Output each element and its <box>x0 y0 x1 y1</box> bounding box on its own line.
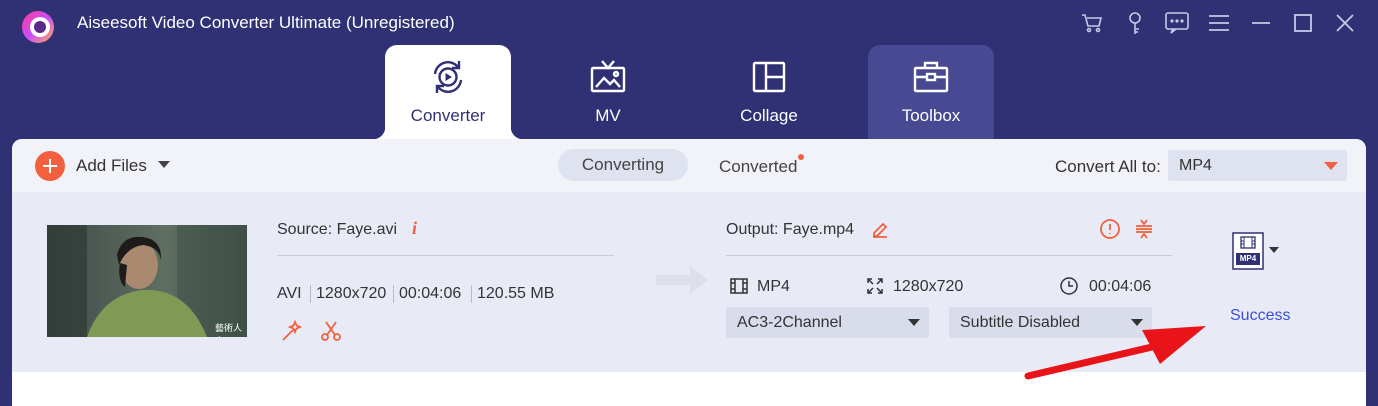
add-files-dropdown-icon[interactable] <box>158 161 170 168</box>
output-format: MP4 <box>757 278 790 295</box>
edit-pencil-icon[interactable] <box>870 219 890 239</box>
tab-converter[interactable]: Converter <box>373 45 523 139</box>
add-files-plus-icon[interactable] <box>35 151 65 181</box>
converter-icon <box>433 61 463 93</box>
compress-icon[interactable] <box>1133 218 1155 240</box>
convert-all-format-select[interactable]: MP4 <box>1168 150 1347 181</box>
audio-track-select[interactable]: AC3-2Channel <box>726 307 929 338</box>
cart-icon[interactable] <box>1079 10 1105 36</box>
app-title: Aiseesoft Video Converter Ultimate (Unre… <box>77 13 455 32</box>
tab-converting[interactable]: Converting <box>558 149 688 181</box>
source-format: AVI <box>277 285 302 302</box>
add-files-button[interactable]: Add Files <box>76 156 147 176</box>
new-indicator-dot <box>798 154 804 160</box>
tab-toolbox-label: Toolbox <box>901 106 961 125</box>
clock-icon <box>1060 277 1078 295</box>
close-icon[interactable] <box>1332 10 1358 36</box>
key-icon[interactable] <box>1122 10 1148 36</box>
chevron-down-icon <box>908 319 920 326</box>
divider <box>471 285 472 303</box>
audio-track-value: AC3-2Channel <box>737 314 842 331</box>
tab-mv[interactable]: MV <box>545 45 671 139</box>
output-duration: 00:04:06 <box>1089 278 1152 295</box>
source-filename: Source: Faye.avi <box>277 221 398 238</box>
output-info-icon[interactable] <box>1099 218 1121 240</box>
convert-all-label: Convert All to: <box>1055 157 1161 176</box>
maximize-icon[interactable] <box>1290 10 1316 36</box>
feedback-icon[interactable] <box>1164 10 1190 36</box>
output-filename: Output: Faye.mp4 <box>726 221 855 238</box>
divider <box>726 255 1172 256</box>
output-format-icon[interactable]: MP4 <box>1232 232 1264 270</box>
film-icon <box>730 278 748 294</box>
source-duration: 00:04:06 <box>399 285 462 302</box>
convert-all-format-value: MP4 <box>1179 157 1212 174</box>
menu-icon[interactable] <box>1206 10 1232 36</box>
app-logo-icon <box>22 11 54 43</box>
output-resolution: 1280x720 <box>893 278 964 295</box>
chevron-down-icon <box>1324 162 1338 170</box>
title-bar: Aiseesoft Video Converter Ultimate (Unre… <box>0 0 1378 46</box>
tab-mv-label: MV <box>595 106 621 125</box>
format-badge-label: MP4 <box>1239 254 1257 263</box>
annotation-arrow <box>1024 326 1206 380</box>
chevron-down-icon[interactable] <box>1269 247 1279 253</box>
enhance-icon[interactable] <box>280 319 304 343</box>
minimize-icon[interactable] <box>1248 10 1274 36</box>
source-resolution: 1280x720 <box>316 285 387 302</box>
status-badge: Success <box>1230 307 1291 324</box>
divider <box>393 285 394 303</box>
tab-converter-label: Converter <box>410 106 486 125</box>
convert-arrow-icon <box>656 266 708 294</box>
divider <box>310 285 311 303</box>
toolbox-icon <box>913 61 949 93</box>
source-size: 120.55 MB <box>477 285 555 302</box>
tab-converted[interactable]: Converted <box>719 157 797 177</box>
divider <box>277 255 614 256</box>
resolution-icon <box>867 278 883 294</box>
thumbnail-watermark: 藝術人文 <box>215 324 243 334</box>
scissors-icon[interactable] <box>319 319 343 343</box>
video-thumbnail[interactable]: 藝術人文 <box>47 225 247 337</box>
tab-toolbox[interactable]: Toolbox <box>868 45 994 139</box>
converter-toolbar: Add Files Converting Converted Convert A… <box>12 139 1366 192</box>
collage-icon <box>752 61 786 93</box>
tv-icon <box>590 60 626 93</box>
tab-collage-label: Collage <box>740 106 798 125</box>
tab-collage[interactable]: Collage <box>706 45 832 139</box>
info-icon[interactable]: i <box>412 218 417 239</box>
